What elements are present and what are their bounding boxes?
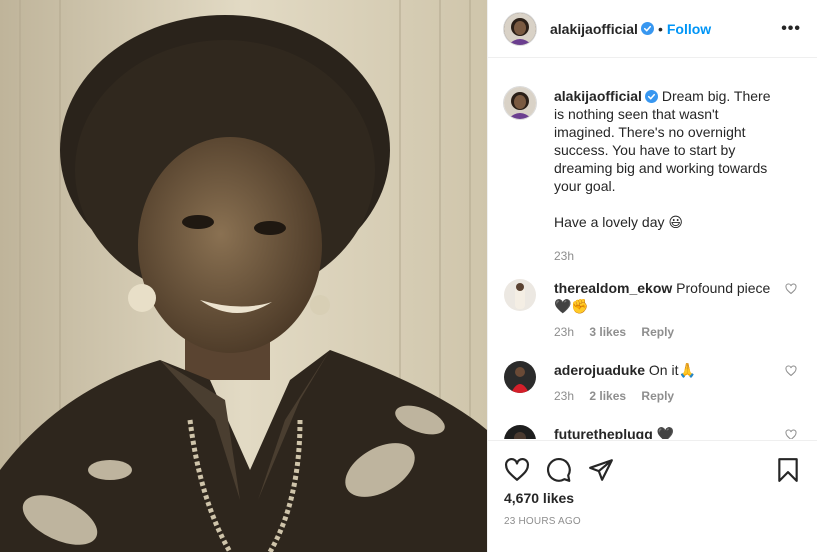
like-heart-icon[interactable] xyxy=(504,457,530,483)
post-viewer: alakijaofficial • Follow ••• alakijaoffi… xyxy=(0,0,817,552)
caption-text-2: Have a lovely day 😃 xyxy=(554,214,683,230)
portrait-image xyxy=(0,0,487,552)
post-photo[interactable] xyxy=(0,0,487,552)
comments-list[interactable]: alakijaofficial Dream big. There is noth… xyxy=(488,59,817,439)
comment-body: futuretheplugg 🖤 xyxy=(554,425,801,439)
avatar-image xyxy=(504,425,536,439)
like-comment-icon[interactable] xyxy=(785,365,797,377)
comment-username[interactable]: futuretheplugg xyxy=(554,426,653,439)
commenter-avatar[interactable] xyxy=(504,361,536,393)
caption-meta: 23h xyxy=(554,247,779,265)
comment-item: therealdom_ekow Profound piece 🖤✊ 23h 3 … xyxy=(504,279,801,341)
post-actions xyxy=(504,450,801,490)
caption: alakijaofficial Dream big. There is noth… xyxy=(504,87,801,265)
comment-text: 🖤 xyxy=(656,426,675,439)
reply-button[interactable]: Reply xyxy=(641,389,674,403)
comment-body: aderojuaduke On it🙏 23h 2 likes Reply xyxy=(554,361,801,405)
caption-time[interactable]: 23h xyxy=(554,249,574,263)
avatar-image xyxy=(504,361,536,393)
verified-badge-icon xyxy=(640,22,654,35)
comment-time[interactable]: 23h xyxy=(554,389,574,403)
commenter-avatar[interactable] xyxy=(504,425,536,439)
comment-icon[interactable] xyxy=(546,457,572,483)
avatar-image xyxy=(504,279,536,311)
comment-item: futuretheplugg 🖤 xyxy=(504,425,801,439)
share-icon[interactable] xyxy=(588,457,614,483)
author-username[interactable]: alakijaofficial xyxy=(550,21,638,37)
verified-badge-icon xyxy=(644,90,658,103)
comment-body: therealdom_ekow Profound piece 🖤✊ 23h 3 … xyxy=(554,279,801,341)
comment-meta: 23h 2 likes Reply xyxy=(554,387,779,405)
comment-likes[interactable]: 3 likes xyxy=(589,325,626,339)
comment-text: On it🙏 xyxy=(648,362,696,378)
comment-username[interactable]: aderojuaduke xyxy=(554,362,645,378)
comment-item: aderojuaduke On it🙏 23h 2 likes Reply xyxy=(504,361,801,405)
caption-body: alakijaofficial Dream big. There is noth… xyxy=(554,87,801,265)
likes-count[interactable]: 4,670 likes xyxy=(504,490,574,506)
avatar-image xyxy=(504,87,536,119)
comment-likes[interactable]: 2 likes xyxy=(589,389,626,403)
caption-username[interactable]: alakijaofficial xyxy=(554,88,642,104)
post-timestamp[interactable]: 23 HOURS AGO xyxy=(504,516,581,527)
comment-time[interactable]: 23h xyxy=(554,325,574,339)
comment-username[interactable]: therealdom_ekow xyxy=(554,280,672,296)
caption-avatar[interactable] xyxy=(504,87,536,119)
follow-button[interactable]: Follow xyxy=(667,21,711,37)
post-header: alakijaofficial • Follow ••• xyxy=(488,0,817,58)
comment-meta: 23h 3 likes Reply xyxy=(554,323,779,341)
author-avatar[interactable] xyxy=(504,12,536,45)
commenter-avatar[interactable] xyxy=(504,279,536,311)
divider xyxy=(488,440,817,441)
reply-button[interactable]: Reply xyxy=(641,325,674,339)
post-side-panel: alakijaofficial • Follow ••• alakijaoffi… xyxy=(487,0,817,552)
save-bookmark-icon[interactable] xyxy=(775,457,801,483)
separator-dot: • xyxy=(657,20,663,37)
more-options-icon[interactable]: ••• xyxy=(781,20,801,38)
avatar-image xyxy=(504,12,536,45)
like-comment-icon[interactable] xyxy=(785,429,797,439)
like-comment-icon[interactable] xyxy=(785,283,797,295)
